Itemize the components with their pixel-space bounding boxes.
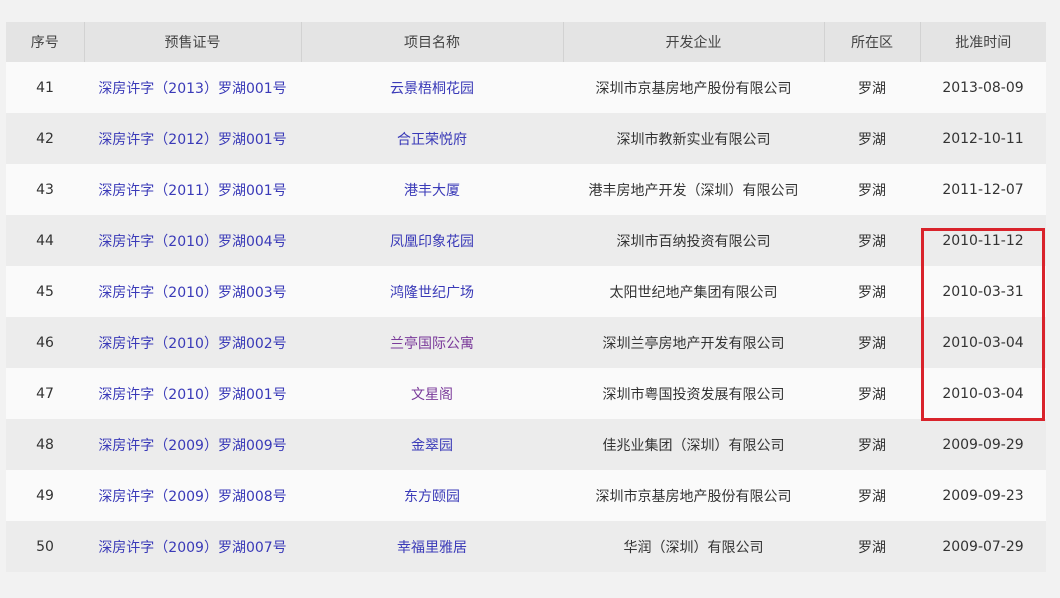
cell-developer: 太阳世纪地产集团有限公司 [563,266,824,317]
table-row: 49 深房许字（2009）罗湖008号 东方颐园 深圳市京基房地产股份有限公司 … [6,470,1046,521]
cell-approval-date: 2011-12-07 [920,164,1046,215]
cell-serial: 50 [6,521,84,572]
cell-district: 罗湖 [824,521,920,572]
cell-developer: 佳兆业集团（深圳）有限公司 [563,419,824,470]
cell-approval-date: 2012-10-11 [920,113,1046,164]
table-row: 47 深房许字（2010）罗湖001号 文星阁 深圳市粤国投资发展有限公司 罗湖… [6,368,1046,419]
project-link[interactable]: 鸿隆世纪广场 [301,266,563,317]
cell-district: 罗湖 [824,113,920,164]
cell-serial: 42 [6,113,84,164]
permit-link[interactable]: 深房许字（2010）罗湖002号 [84,317,301,368]
cell-developer: 深圳市粤国投资发展有限公司 [563,368,824,419]
cell-approval-date: 2009-07-29 [920,521,1046,572]
header-project-name: 项目名称 [301,22,564,62]
project-link[interactable]: 兰亭国际公寓 [301,317,563,368]
cell-developer: 深圳市百纳投资有限公司 [563,215,824,266]
cell-developer: 深圳市教新实业有限公司 [563,113,824,164]
cell-approval-date: 2009-09-29 [920,419,1046,470]
table-row: 45 深房许字（2010）罗湖003号 鸿隆世纪广场 太阳世纪地产集团有限公司 … [6,266,1046,317]
cell-serial: 41 [6,62,84,113]
project-link[interactable]: 合正荣悦府 [301,113,563,164]
permit-link[interactable]: 深房许字（2010）罗湖004号 [84,215,301,266]
permit-link[interactable]: 深房许字（2013）罗湖001号 [84,62,301,113]
permit-link[interactable]: 深房许字（2009）罗湖009号 [84,419,301,470]
project-link[interactable]: 东方颐园 [301,470,563,521]
header-approval-date: 批准时间 [920,22,1046,62]
cell-district: 罗湖 [824,62,920,113]
cell-serial: 45 [6,266,84,317]
cell-approval-date: 2010-03-04 [920,368,1046,419]
cell-district: 罗湖 [824,368,920,419]
project-link[interactable]: 港丰大厦 [301,164,563,215]
header-district: 所在区 [824,22,921,62]
header-serial: 序号 [6,22,85,62]
header-permit-number: 预售证号 [84,22,302,62]
cell-serial: 44 [6,215,84,266]
cell-developer: 深圳市京基房地产股份有限公司 [563,62,824,113]
cell-approval-date: 2010-03-31 [920,266,1046,317]
table-row: 50 深房许字（2009）罗湖007号 幸福里雅居 华润（深圳）有限公司 罗湖 … [6,521,1046,572]
table-row: 42 深房许字（2012）罗湖001号 合正荣悦府 深圳市教新实业有限公司 罗湖… [6,113,1046,164]
table-row: 48 深房许字（2009）罗湖009号 金翠园 佳兆业集团（深圳）有限公司 罗湖… [6,419,1046,470]
permit-link[interactable]: 深房许字（2012）罗湖001号 [84,113,301,164]
project-link[interactable]: 云景梧桐花园 [301,62,563,113]
cell-serial: 48 [6,419,84,470]
cell-serial: 43 [6,164,84,215]
cell-district: 罗湖 [824,164,920,215]
cell-developer: 深圳市京基房地产股份有限公司 [563,470,824,521]
page: 序号 预售证号 项目名称 开发企业 所在区 批准时间 41 深房许字（2013）… [0,0,1060,598]
cell-serial: 49 [6,470,84,521]
permit-link[interactable]: 深房许字（2009）罗湖008号 [84,470,301,521]
cell-serial: 46 [6,317,84,368]
cell-approval-date: 2010-11-12 [920,215,1046,266]
cell-district: 罗湖 [824,419,920,470]
table-header-row: 序号 预售证号 项目名称 开发企业 所在区 批准时间 [6,22,1046,62]
permit-link[interactable]: 深房许字（2009）罗湖007号 [84,521,301,572]
table-row: 43 深房许字（2011）罗湖001号 港丰大厦 港丰房地产开发（深圳）有限公司… [6,164,1046,215]
cell-district: 罗湖 [824,266,920,317]
cell-district: 罗湖 [824,215,920,266]
cell-district: 罗湖 [824,317,920,368]
cell-approval-date: 2010-03-04 [920,317,1046,368]
cell-approval-date: 2009-09-23 [920,470,1046,521]
table-row: 46 深房许字（2010）罗湖002号 兰亭国际公寓 深圳兰亭房地产开发有限公司… [6,317,1046,368]
project-link[interactable]: 幸福里雅居 [301,521,563,572]
cell-developer: 深圳兰亭房地产开发有限公司 [563,317,824,368]
presale-permit-table: 序号 预售证号 项目名称 开发企业 所在区 批准时间 41 深房许字（2013）… [6,22,1046,572]
project-link[interactable]: 文星阁 [301,368,563,419]
cell-serial: 47 [6,368,84,419]
permit-link[interactable]: 深房许字（2010）罗湖003号 [84,266,301,317]
cell-approval-date: 2013-08-09 [920,62,1046,113]
cell-developer: 港丰房地产开发（深圳）有限公司 [563,164,824,215]
project-link[interactable]: 金翠园 [301,419,563,470]
table-row: 44 深房许字（2010）罗湖004号 凤凰印象花园 深圳市百纳投资有限公司 罗… [6,215,1046,266]
project-link[interactable]: 凤凰印象花园 [301,215,563,266]
cell-district: 罗湖 [824,470,920,521]
permit-link[interactable]: 深房许字（2011）罗湖001号 [84,164,301,215]
header-developer: 开发企业 [563,22,825,62]
cell-developer: 华润（深圳）有限公司 [563,521,824,572]
permit-link[interactable]: 深房许字（2010）罗湖001号 [84,368,301,419]
table-row: 41 深房许字（2013）罗湖001号 云景梧桐花园 深圳市京基房地产股份有限公… [6,62,1046,113]
